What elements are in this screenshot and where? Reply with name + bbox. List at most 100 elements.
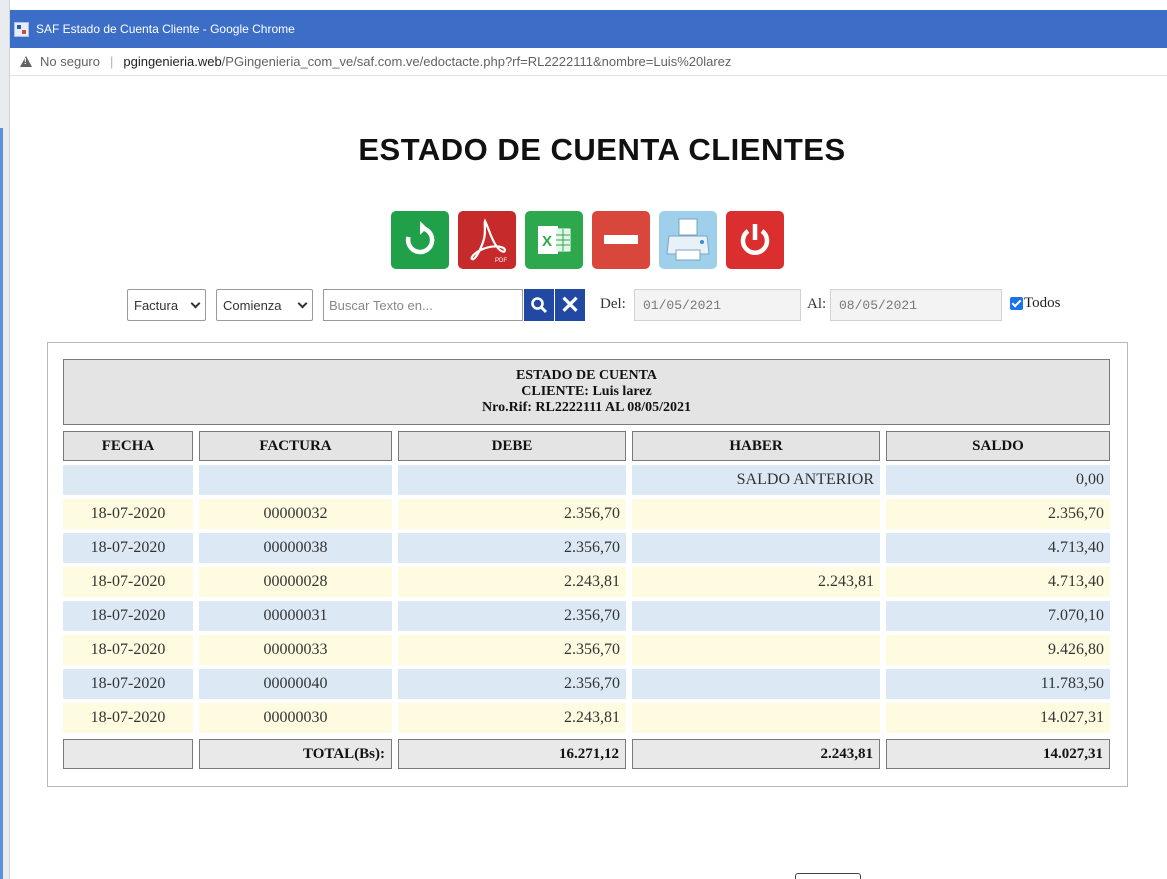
- cell-haber: SALDO ANTERIOR: [632, 465, 880, 495]
- cell-factura: 00000030: [199, 703, 392, 733]
- close-icon: ✕: [559, 291, 581, 319]
- cell-factura: 00000032: [199, 499, 392, 529]
- col-header-haber: HABER: [632, 431, 880, 461]
- col-header-fecha: FECHA: [63, 431, 193, 461]
- table-row: 18-07-2020 00000040 2.356,70 11.783,50: [63, 669, 1110, 701]
- total-saldo: 14.027,31: [886, 739, 1110, 769]
- cell-fecha: 18-07-2020: [63, 533, 193, 563]
- filter-bar: Factura Comienza ✕ Del: 01/05/2021 Al: 0…: [117, 289, 1097, 321]
- app-icon: [14, 21, 29, 37]
- cell-saldo: 11.783,50: [886, 669, 1110, 699]
- cell-debe: 2.356,70: [398, 601, 626, 631]
- table-row: 18-07-2020 00000030 2.243,81 14.027,31: [63, 703, 1110, 735]
- print-button[interactable]: [659, 211, 717, 269]
- table-row: 18-07-2020 00000032 2.356,70 2.356,70: [63, 499, 1110, 531]
- cell-saldo: 4.713,40: [886, 567, 1110, 597]
- cell-debe: 2.356,70: [398, 533, 626, 563]
- search-icon: [531, 297, 548, 314]
- power-icon: [740, 224, 770, 255]
- table-row: 18-07-2020 00000031 2.356,70 7.070,10: [63, 601, 1110, 633]
- doc-type-value: Factura: [134, 297, 179, 313]
- cell-saldo: 2.356,70: [886, 499, 1110, 529]
- from-date-label: Del:: [600, 296, 626, 312]
- cell-debe: 2.243,81: [398, 703, 626, 733]
- cell-fecha: 18-07-2020: [63, 669, 193, 699]
- search-input[interactable]: [323, 289, 523, 321]
- report-rif: Nro.Rif: RL2222111 AL 08/05/2021: [482, 400, 691, 415]
- cell-factura: 00000028: [199, 567, 392, 597]
- window-title: SAF Estado de Cuenta Cliente - Google Ch…: [36, 22, 295, 36]
- cell-saldo: 7.070,10: [886, 601, 1110, 631]
- total-fecha-cell: [63, 739, 193, 769]
- pdf-icon: PDF: [470, 218, 507, 264]
- cell-factura: [199, 465, 392, 495]
- refresh-button[interactable]: [391, 211, 449, 269]
- match-mode-select[interactable]: Comienza: [216, 289, 313, 321]
- chevron-down-icon: [190, 298, 201, 309]
- url-host[interactable]: pgingenieria.web: [123, 54, 221, 69]
- all-checkbox-label[interactable]: Todos: [1024, 295, 1060, 312]
- url-path[interactable]: /PGingenieria_com_ve/saf.com.ve/edoctact…: [222, 54, 732, 69]
- cell-debe: 2.243,81: [398, 567, 626, 597]
- cell-haber: 2.243,81: [632, 567, 880, 597]
- total-debe: 16.271,12: [398, 739, 626, 769]
- address-separator: |: [109, 54, 114, 69]
- total-haber: 2.243,81: [632, 739, 880, 769]
- excel-button[interactable]: X: [525, 211, 583, 269]
- col-header-debe: DEBE: [398, 431, 626, 461]
- print-icon: [666, 218, 710, 261]
- col-header-factura: FACTURA: [199, 431, 392, 461]
- total-row: TOTAL(Bs): 16.271,12 2.243,81 14.027,31: [63, 739, 1110, 771]
- cell-haber: [632, 499, 880, 529]
- search-button[interactable]: [524, 289, 554, 321]
- to-date-field[interactable]: 08/05/2021: [830, 289, 1002, 321]
- cell-factura: 00000038: [199, 533, 392, 563]
- all-checkbox[interactable]: [1010, 297, 1023, 310]
- cell-haber: [632, 703, 880, 733]
- clear-search-button[interactable]: ✕: [555, 289, 585, 321]
- security-label[interactable]: No seguro: [40, 54, 100, 69]
- table-row: 18-07-2020 00000033 2.356,70 9.426,80: [63, 635, 1110, 667]
- cell-saldo: 14.027,31: [886, 703, 1110, 733]
- cell-fecha: 18-07-2020: [63, 567, 193, 597]
- cell-debe: 2.356,70: [398, 499, 626, 529]
- address-bar[interactable]: No seguro | pgingenieria.web/PGingenieri…: [10, 48, 1167, 76]
- exit-button[interactable]: [726, 211, 784, 269]
- cell-fecha: 18-07-2020: [63, 601, 193, 631]
- cell-debe: 2.356,70: [398, 635, 626, 665]
- col-header-saldo: SALDO: [886, 431, 1110, 461]
- to-date-label: Al:: [807, 296, 827, 312]
- remove-button[interactable]: [592, 211, 650, 269]
- cell-saldo: 0,00: [886, 465, 1110, 495]
- minus-icon: [604, 235, 638, 244]
- excel-icon: X: [538, 226, 571, 254]
- cell-haber: [632, 601, 880, 631]
- title-bar[interactable]: SAF Estado de Cuenta Cliente - Google Ch…: [10, 10, 1167, 48]
- svg-text:PDF: PDF: [495, 258, 507, 264]
- cell-factura: 00000040: [199, 669, 392, 699]
- refresh-icon: [405, 221, 435, 255]
- total-label: TOTAL(Bs):: [199, 739, 392, 769]
- match-mode-value: Comienza: [223, 297, 282, 313]
- warning-icon[interactable]: [20, 56, 32, 67]
- cell-factura: 00000031: [199, 601, 392, 631]
- action-toolbar: PDF X: [391, 211, 784, 269]
- cell-haber: [632, 635, 880, 665]
- cell-debe: [398, 465, 626, 495]
- opening-balance-row: SALDO ANTERIOR 0,00: [63, 465, 1110, 497]
- doc-type-select[interactable]: Factura: [127, 289, 206, 321]
- pdf-button[interactable]: PDF: [458, 211, 516, 269]
- cell-debe: 2.356,70: [398, 669, 626, 699]
- cell-saldo: 4.713,40: [886, 533, 1110, 563]
- cell-fecha: 18-07-2020: [63, 703, 193, 733]
- svg-text:X: X: [542, 233, 552, 250]
- page-title: ESTADO DE CUENTA CLIENTES: [358, 132, 846, 167]
- cell-haber: [632, 669, 880, 699]
- cell-fecha: [63, 465, 193, 495]
- dialog-button[interactable]: [795, 873, 861, 879]
- from-date-field[interactable]: 01/05/2021: [634, 289, 801, 321]
- report-header: ESTADO DE CUENTA CLIENTE: Luis larez Nro…: [63, 359, 1110, 425]
- cell-fecha: 18-07-2020: [63, 635, 193, 665]
- cell-haber: [632, 533, 880, 563]
- cell-fecha: 18-07-2020: [63, 499, 193, 529]
